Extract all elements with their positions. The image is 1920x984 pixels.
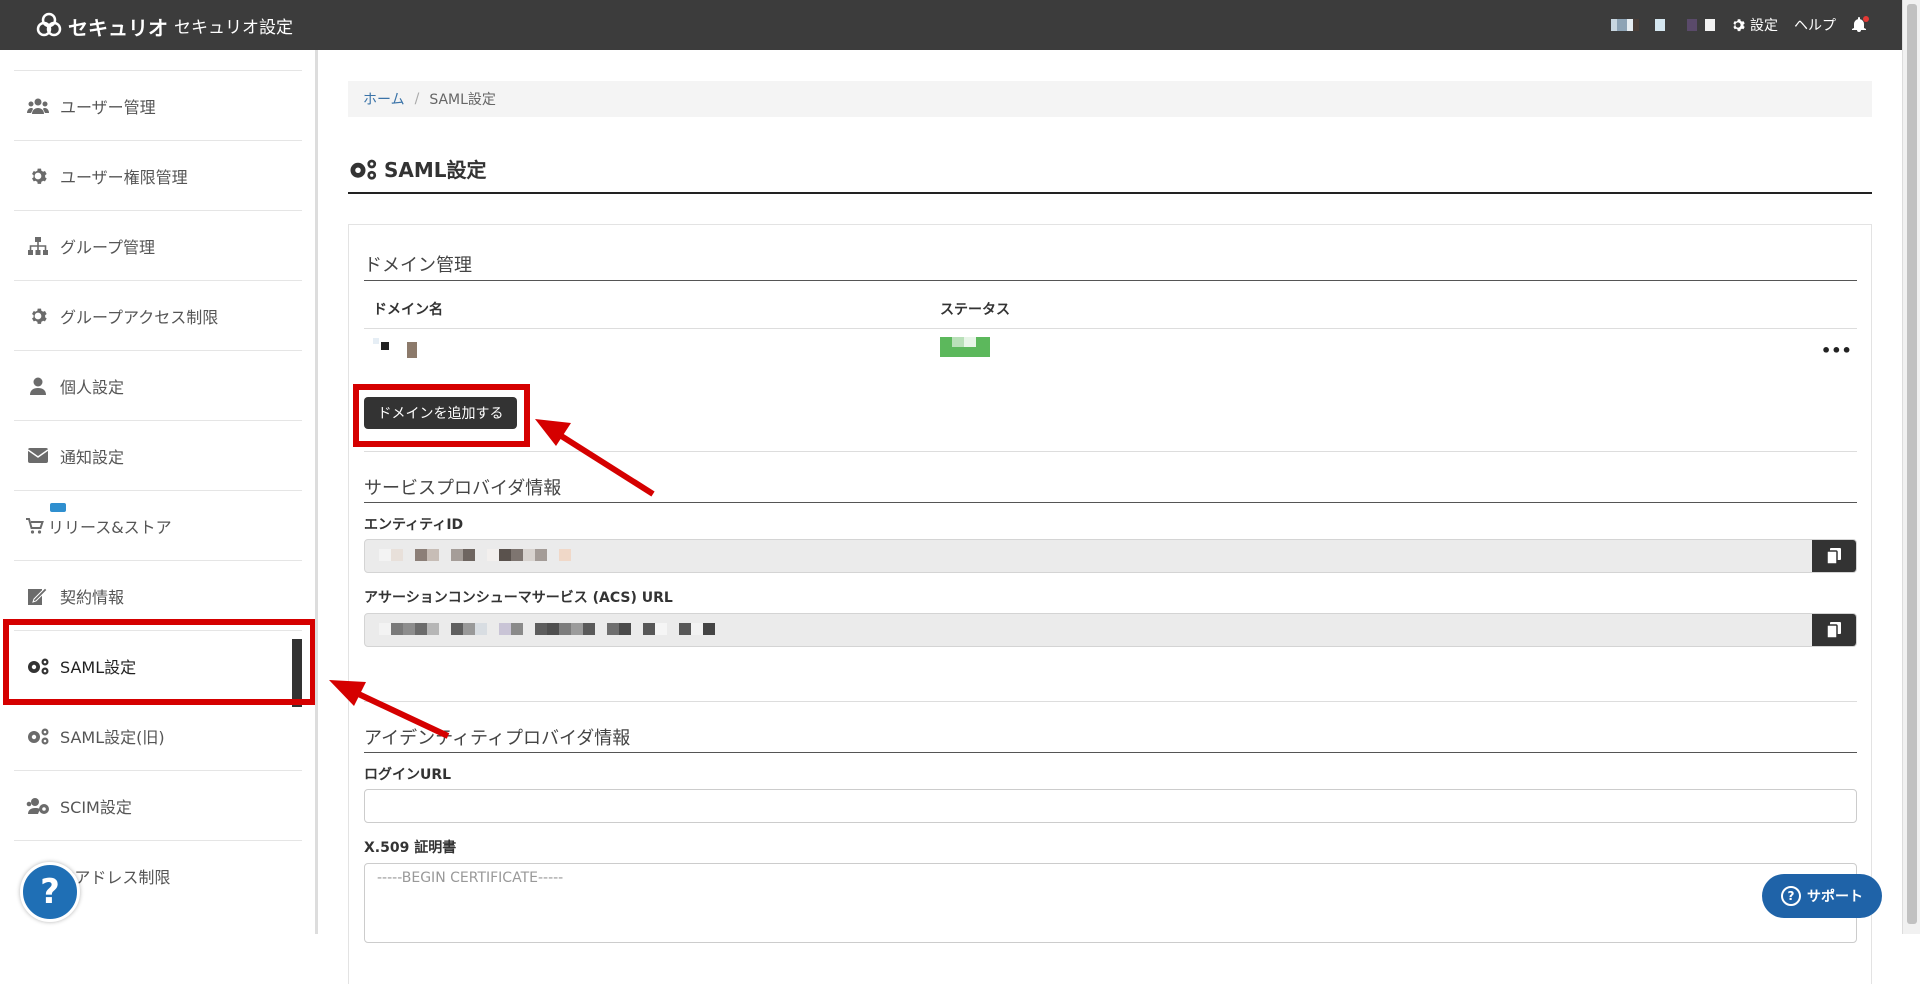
gear-icon — [26, 166, 50, 186]
gear-icon — [1733, 19, 1745, 32]
page-title: SAML設定 — [348, 154, 487, 183]
sidebar-item-scim[interactable]: SCIM設定 — [14, 770, 302, 840]
sidebar-item-user-permissions[interactable]: ユーザー権限管理 — [14, 140, 302, 210]
login-url-label: ログインURL — [364, 767, 452, 783]
user-menu[interactable] — [1655, 19, 1715, 31]
login-url-input[interactable] — [364, 789, 1857, 823]
sidebar-item-personal[interactable]: 個人設定 — [14, 350, 302, 420]
sitemap-icon — [26, 236, 50, 256]
sidebar-item-notifications[interactable]: 通知設定 — [14, 420, 302, 490]
envelope-icon — [26, 446, 50, 466]
notification-dot — [1863, 16, 1869, 22]
gear-icon — [26, 306, 50, 326]
app-title: セキュリオ設定 — [174, 18, 293, 38]
notification-bell[interactable] — [1852, 16, 1869, 33]
gears-icon — [26, 726, 50, 746]
entity-id-label: エンティティID — [364, 517, 464, 533]
sidebar-item-group-access[interactable]: グループアクセス制限 — [14, 280, 302, 350]
section-separator — [364, 451, 1857, 452]
app-logo[interactable]: セキュリオ — [34, 11, 168, 41]
sidebar-item-groups[interactable]: グループ管理 — [14, 210, 302, 280]
section-divider — [364, 752, 1857, 753]
sidebar-item-label: SCIM設定 — [60, 797, 132, 817]
sidebar-item-label: 通知設定 — [60, 447, 125, 467]
scrollbar-thumb[interactable] — [1907, 4, 1917, 924]
users-cog-icon — [26, 796, 50, 816]
highlight-box-saml-menu — [3, 619, 315, 705]
breadcrumb-current: SAML設定 — [429, 92, 496, 108]
sidebar-item-label: グループ管理 — [60, 237, 156, 257]
logo-icon — [36, 12, 62, 37]
certificate-placeholder: -----BEGIN CERTIFICATE----- — [377, 870, 564, 886]
copy-acs-url-button[interactable] — [1812, 614, 1856, 646]
section-separator — [364, 701, 1857, 702]
support-button[interactable]: ? サポート — [1762, 874, 1882, 918]
sidebar-item-label: リリース&ストア — [48, 517, 172, 537]
sidebar-item-label: ユーザー管理 — [60, 97, 156, 117]
support-label: サポート — [1807, 889, 1863, 905]
cart-icon — [26, 516, 44, 536]
copy-icon — [1827, 548, 1841, 564]
copy-entity-id-button[interactable] — [1812, 540, 1856, 572]
top-navbar: セキュリオ セキュリオ設定 設定 ヘルプ — [0, 0, 1920, 50]
settings-label: 設定 — [1750, 18, 1778, 34]
highlight-box-add-domain — [353, 384, 530, 447]
idp-section-title: アイデンティティプロバイダ情報 — [364, 728, 631, 749]
sidebar-item-label: 契約情報 — [60, 587, 125, 607]
table-header-divider — [364, 328, 1857, 329]
page-scrollbar[interactable] — [1902, 0, 1920, 934]
copy-icon — [1827, 622, 1841, 638]
breadcrumb-separator: / — [414, 91, 420, 107]
sp-section-title: サービスプロバイダ情報 — [364, 478, 562, 499]
acs-url-value — [379, 623, 715, 635]
page-title-text: SAML設定 — [384, 158, 487, 182]
help-link[interactable]: ヘルプ — [1794, 15, 1836, 35]
certificate-textarea[interactable]: -----BEGIN CERTIFICATE----- — [364, 863, 1857, 943]
sidebar-item-label: SAML設定(旧) — [60, 727, 165, 747]
logo-text: セキュリオ — [68, 15, 168, 40]
sidebar-item-label: グループアクセス制限 — [60, 307, 219, 327]
breadcrumb-home-link[interactable]: ホーム — [363, 89, 405, 109]
contract-edit-icon — [26, 586, 50, 606]
acs-url-field[interactable] — [364, 613, 1857, 647]
help-button[interactable]: ? — [20, 862, 80, 922]
question-icon: ? — [1781, 886, 1801, 906]
sidebar-item-label: ユーザー権限管理 — [60, 167, 188, 187]
domain-row-more-button[interactable]: ••• — [1821, 341, 1852, 360]
breadcrumb: ホーム / SAML設定 — [348, 81, 1872, 117]
title-divider — [348, 192, 1872, 194]
sidebar-item-release-store[interactable]: リリース&ストア — [14, 490, 302, 560]
col-domain-name: ドメイン名 — [373, 302, 443, 318]
acs-url-label: アサーションコンシューマサービス (ACS) URL — [364, 590, 673, 606]
users-icon — [26, 96, 50, 116]
sidebar-item-saml-legacy[interactable]: SAML設定(旧) — [14, 700, 302, 770]
certificate-label: X.509 証明書 — [364, 840, 457, 856]
sidebar-item-label: 個人設定 — [60, 377, 125, 397]
domain-name-value — [369, 338, 425, 358]
user-icon — [26, 376, 50, 396]
col-status: ステータス — [940, 302, 1010, 318]
section-divider — [364, 502, 1857, 503]
entity-id-value — [379, 549, 571, 561]
sidebar-item-users[interactable]: ユーザー管理 — [14, 70, 302, 140]
entity-id-field[interactable] — [364, 539, 1857, 573]
sidebar: ユーザー管理 ユーザー権限管理 グループ管理 グループアクセス制限 個人設定 通… — [0, 50, 318, 934]
domain-section-title: ドメイン管理 — [364, 255, 472, 276]
new-badge — [50, 503, 66, 512]
domain-status-badge — [940, 337, 990, 357]
saml-settings-card: ドメイン管理 ドメイン名 ステータス ••• ドメインを追加する サービスプロバ… — [348, 224, 1872, 984]
settings-link[interactable]: 設定 — [1731, 15, 1778, 35]
org-selector[interactable] — [1611, 19, 1639, 31]
gears-icon — [350, 159, 377, 180]
section-divider — [364, 280, 1857, 281]
